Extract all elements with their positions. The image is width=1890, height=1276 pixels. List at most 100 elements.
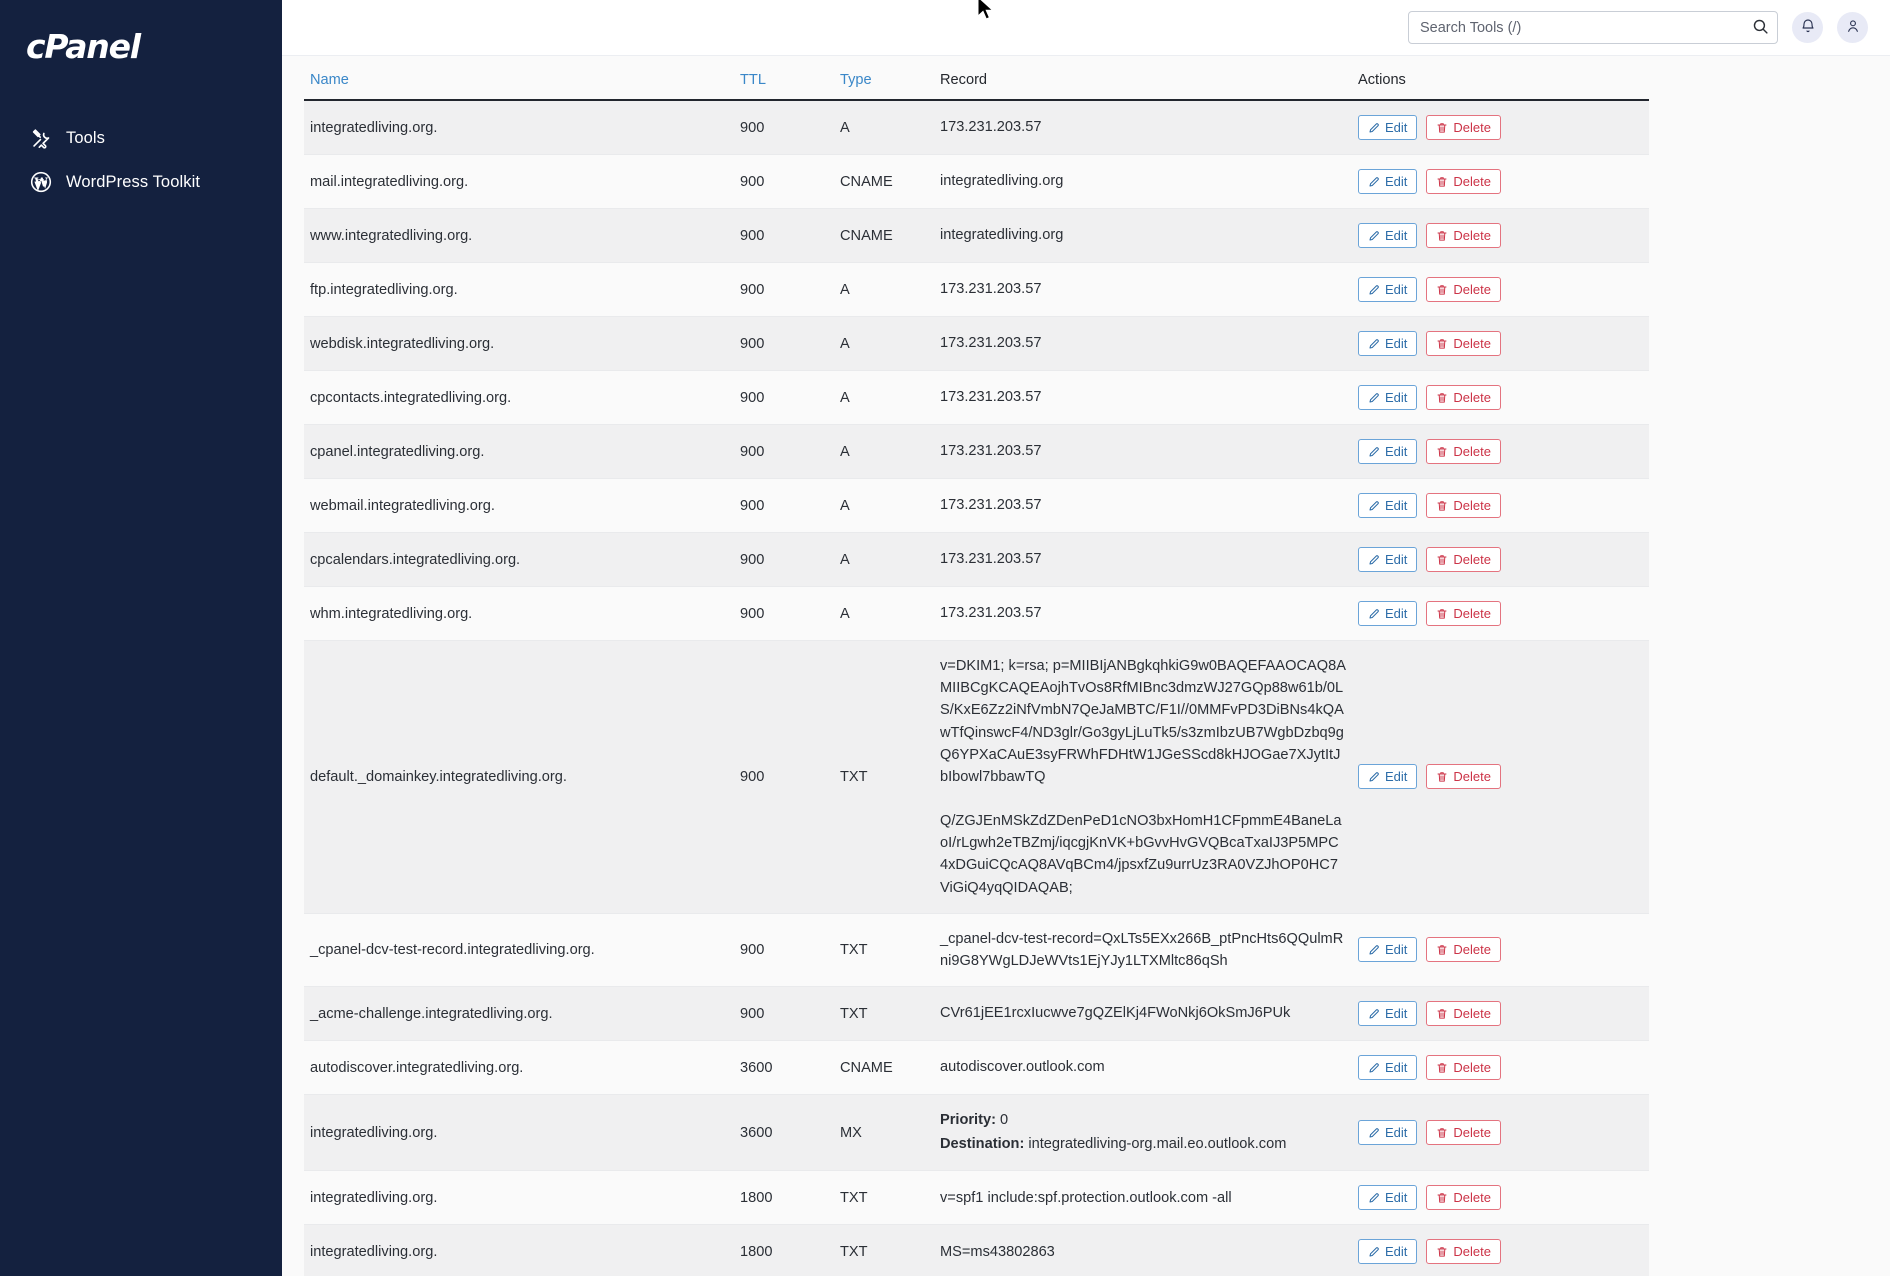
delete-record-button[interactable]: Delete [1426, 937, 1501, 963]
delete-button-label: Delete [1453, 336, 1491, 351]
delete-record-button[interactable]: Delete [1426, 1239, 1501, 1265]
cell-record-value: Priority: 0 Destination: integratedliving… [934, 1094, 1352, 1172]
delete-record-button[interactable]: Delete [1426, 277, 1501, 302]
delete-record-button[interactable]: Delete [1426, 601, 1501, 626]
cell-record-type: A [834, 424, 934, 479]
delete-button-label: Delete [1453, 606, 1491, 621]
account-button[interactable] [1837, 12, 1868, 43]
cell-record-type: A [834, 262, 934, 317]
edit-record-button[interactable]: Edit [1358, 1055, 1418, 1081]
record-text-block: v=DKIM1; k=rsa; p=MIIBIjANBgkqhkiG9w0BAQ… [940, 658, 1346, 785]
delete-record-button[interactable]: Delete [1426, 385, 1501, 410]
delete-record-button[interactable]: Delete [1426, 331, 1501, 356]
column-header-type[interactable]: Type [834, 64, 934, 101]
trash-icon [1436, 1062, 1448, 1074]
pencil-icon [1368, 1127, 1380, 1139]
cell-actions: Edit Delete [1352, 913, 1649, 988]
column-header-actions: Actions [1352, 64, 1649, 101]
cell-record-name: default._domainkey.integratedliving.org. [304, 640, 734, 914]
sidebar-item-label-wordpress-toolkit: WordPress Toolkit [66, 172, 201, 191]
sidebar-item-wordpress-toolkit[interactable]: W WordPress Toolkit [0, 160, 282, 204]
edit-button-label: Edit [1385, 1244, 1408, 1260]
cell-record-type: TXT [834, 1224, 934, 1276]
cell-record-value: CVr61jEE1rcxIucwve7gQZElKj4FWoNkj6OkSmJ6… [934, 986, 1352, 1042]
trash-icon [1436, 122, 1448, 134]
table-row: ftp.integratedliving.org. 900 A 173.231.203… [304, 262, 1649, 317]
edit-record-button[interactable]: Edit [1358, 115, 1418, 140]
edit-record-button[interactable]: Edit [1358, 937, 1418, 963]
pencil-icon [1368, 608, 1380, 620]
edit-record-button[interactable]: Edit [1358, 169, 1418, 194]
pencil-icon [1368, 500, 1380, 512]
edit-button-label: Edit [1385, 498, 1408, 513]
cell-record-name: integratedliving.org. [304, 1224, 734, 1276]
bell-icon [1800, 18, 1816, 37]
cell-record-name: cpcontacts.integratedliving.org. [304, 370, 734, 425]
table-row: autodiscover.integratedliving.org. 3600 CN… [304, 1040, 1649, 1096]
delete-record-button[interactable]: Delete [1426, 1001, 1501, 1027]
cell-record-type: CNAME [834, 208, 934, 263]
top-bar [282, 0, 1890, 56]
edit-record-button[interactable]: Edit [1358, 493, 1418, 518]
notifications-button[interactable] [1792, 12, 1823, 43]
edit-record-button[interactable]: Edit [1358, 385, 1418, 410]
cell-actions: Edit Delete [1352, 100, 1649, 155]
cell-record-ttl: 900 [734, 100, 834, 155]
delete-record-button[interactable]: Delete [1426, 115, 1501, 140]
dns-zone-table-container: Name TTL Type Record Actions integratedl… [304, 64, 1649, 1276]
edit-record-button[interactable]: Edit [1358, 1001, 1418, 1027]
edit-button-label: Edit [1385, 1125, 1408, 1141]
pencil-icon [1368, 554, 1380, 566]
delete-record-button[interactable]: Delete [1426, 1055, 1501, 1081]
delete-record-button[interactable]: Delete [1426, 764, 1501, 790]
cell-actions: Edit Delete [1352, 154, 1649, 209]
pencil-icon [1368, 230, 1380, 242]
cell-actions: Edit Delete [1352, 986, 1649, 1042]
cell-record-name: ftp.integratedliving.org. [304, 262, 734, 317]
cell-record-name: _acme-challenge.integratedliving.org. [304, 986, 734, 1042]
trash-icon [1436, 284, 1448, 296]
table-row: _acme-challenge.integratedliving.org. 900… [304, 986, 1649, 1042]
edit-record-button[interactable]: Edit [1358, 331, 1418, 356]
pencil-icon [1368, 1008, 1380, 1020]
cell-actions: Edit Delete [1352, 532, 1649, 587]
delete-record-button[interactable]: Delete [1426, 1185, 1501, 1211]
delete-button-label: Delete [1453, 498, 1491, 513]
cell-record-ttl: 900 [734, 586, 834, 641]
search-input[interactable] [1409, 12, 1777, 43]
delete-record-button[interactable]: Delete [1426, 1120, 1501, 1146]
delete-record-button[interactable]: Delete [1426, 223, 1501, 248]
edit-button-label: Edit [1385, 444, 1408, 459]
edit-record-button[interactable]: Edit [1358, 439, 1418, 464]
search-submit-button[interactable] [1749, 17, 1771, 39]
cell-record-ttl: 900 [734, 532, 834, 587]
edit-record-button[interactable]: Edit [1358, 223, 1418, 248]
delete-button-label: Delete [1453, 282, 1491, 297]
delete-record-button[interactable]: Delete [1426, 493, 1501, 518]
delete-button-label: Delete [1453, 1190, 1491, 1206]
edit-record-button[interactable]: Edit [1358, 547, 1418, 572]
column-header-name[interactable]: Name [304, 64, 734, 101]
search-tools-container[interactable] [1408, 11, 1778, 44]
trash-icon [1436, 446, 1448, 458]
cell-record-name: autodiscover.integratedliving.org. [304, 1040, 734, 1096]
edit-record-button[interactable]: Edit [1358, 277, 1418, 302]
column-header-ttl[interactable]: TTL [734, 64, 834, 101]
delete-record-button[interactable]: Delete [1426, 169, 1501, 194]
table-row: www.integratedliving.org. 900 CNAME integra… [304, 208, 1649, 263]
delete-record-button[interactable]: Delete [1426, 439, 1501, 464]
edit-record-button[interactable]: Edit [1358, 1120, 1418, 1146]
cell-actions: Edit Delete [1352, 1224, 1649, 1276]
cell-record-type: TXT [834, 986, 934, 1042]
trash-icon [1436, 176, 1448, 188]
edit-record-button[interactable]: Edit [1358, 1239, 1418, 1265]
edit-record-button[interactable]: Edit [1358, 601, 1418, 626]
delete-record-button[interactable]: Delete [1426, 547, 1501, 572]
trash-icon [1436, 338, 1448, 350]
sidebar-brand[interactable]: cPanel [0, 22, 282, 86]
edit-record-button[interactable]: Edit [1358, 764, 1418, 790]
edit-record-button[interactable]: Edit [1358, 1185, 1418, 1211]
cpanel-logo: cPanel [26, 27, 141, 66]
sidebar-item-tools[interactable]: Tools [0, 116, 282, 160]
table-row: _cpanel-dcv-test-record.integratedliving… [304, 913, 1649, 988]
